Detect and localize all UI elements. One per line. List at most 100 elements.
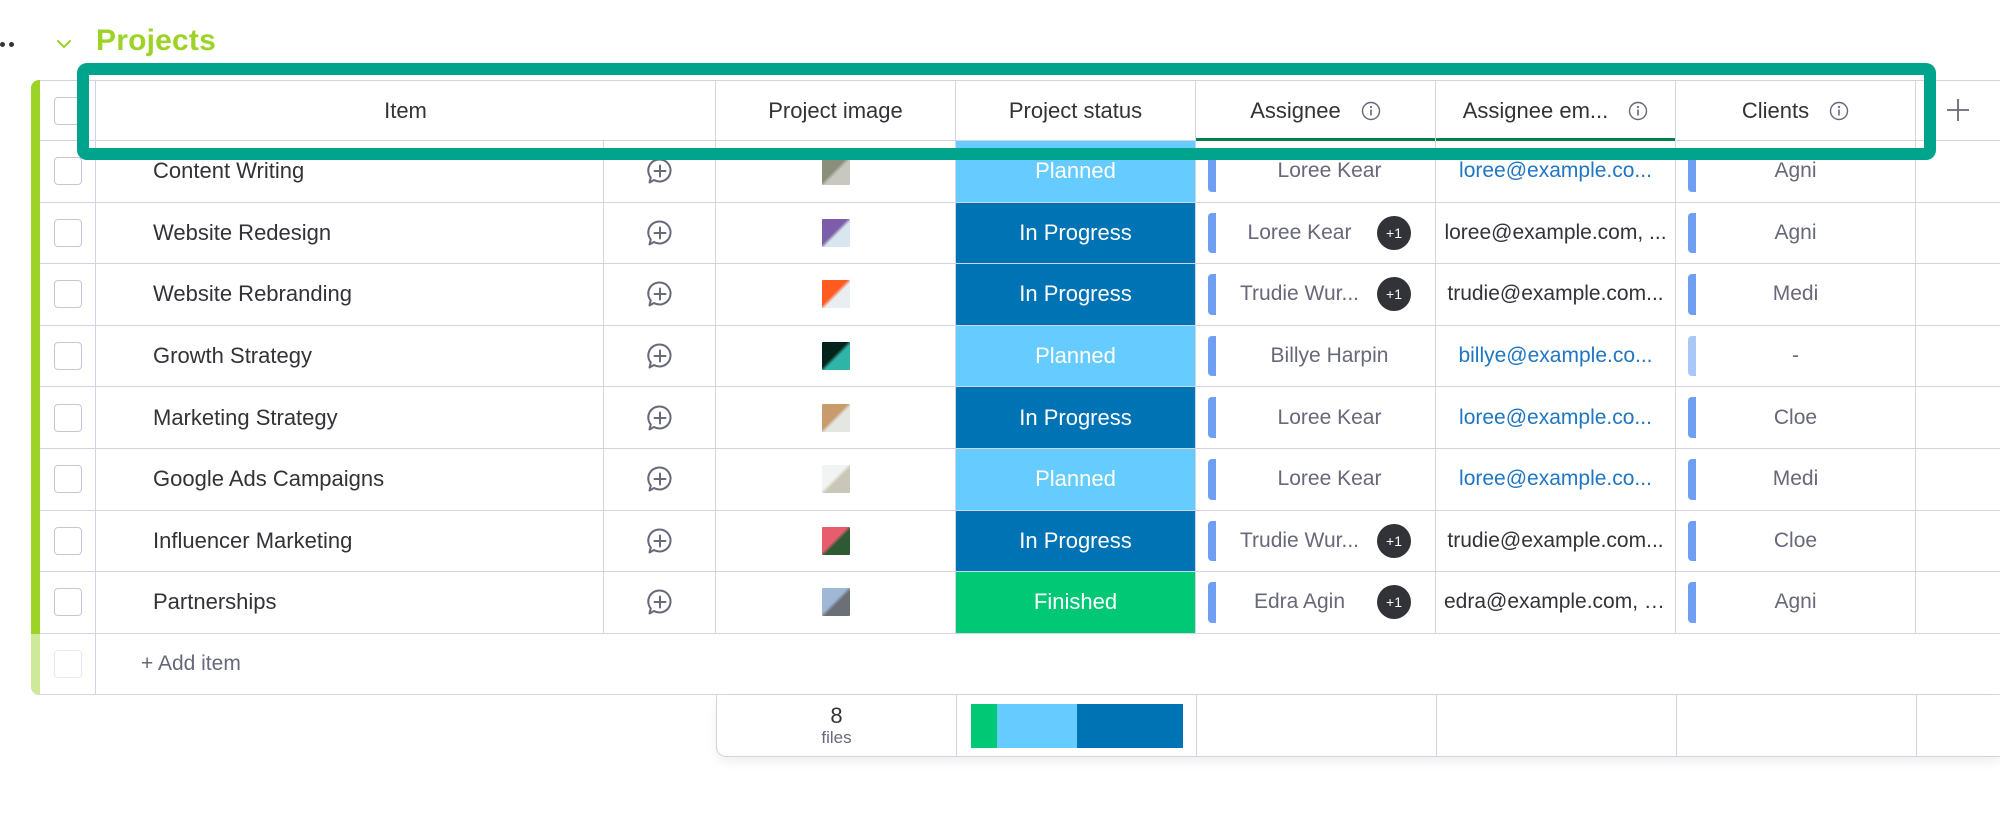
row-checkbox-cell[interactable] (40, 264, 96, 325)
assignee-email-cell[interactable]: trudie@example.com... (1436, 510, 1676, 572)
item-name[interactable]: Content Writing (96, 141, 604, 202)
table-row[interactable]: Growth Strategy Planned Billye Harpin bi… (40, 325, 2000, 388)
add-update-button[interactable] (604, 141, 716, 202)
extra-assignees-badge[interactable]: +1 (1377, 277, 1411, 312)
clients-cell[interactable]: - (1676, 325, 1916, 387)
clients-cell[interactable]: Cloe (1676, 387, 1916, 448)
clients-cell[interactable]: Agni (1676, 141, 1916, 202)
row-checkbox-cell[interactable] (40, 449, 96, 510)
clients-cell[interactable]: Agni (1676, 572, 1916, 633)
project-image-cell[interactable] (716, 264, 956, 325)
assignee-cell[interactable]: Billye Harpin (1196, 325, 1436, 387)
assignee-cell[interactable]: Edra Agin +1 (1196, 572, 1436, 633)
clients-cell[interactable]: Agni (1676, 202, 1916, 264)
header-clients[interactable]: Clients (1676, 81, 1916, 140)
status-distribution-bar[interactable] (970, 703, 1183, 748)
info-icon[interactable] (1361, 101, 1381, 121)
project-image-cell[interactable] (716, 325, 956, 387)
group-title[interactable]: Projects (96, 24, 216, 58)
project-image-cell[interactable] (716, 202, 956, 264)
status-label[interactable]: Planned (956, 449, 1196, 510)
row-checkbox[interactable] (53, 218, 82, 247)
row-checkbox-cell[interactable] (40, 202, 96, 264)
item-name[interactable]: Partnerships (96, 572, 604, 633)
project-image-cell[interactable] (716, 141, 956, 202)
add-update-button[interactable] (604, 387, 716, 448)
assignee-email-cell[interactable]: loree@example.com, ... (1436, 202, 1676, 264)
row-checkbox[interactable] (53, 526, 82, 555)
project-image-thumbnail[interactable] (821, 218, 850, 247)
assignee-email[interactable]: loree@example.co... (1451, 467, 1660, 491)
project-image-thumbnail[interactable] (821, 465, 850, 494)
clients-cell[interactable]: Medi (1676, 264, 1916, 325)
row-checkbox-cell[interactable] (40, 141, 96, 202)
status-label[interactable]: In Progress (956, 510, 1196, 572)
add-update-button[interactable] (604, 572, 716, 633)
extra-assignees-badge[interactable]: +1 (1377, 215, 1411, 250)
row-checkbox-cell[interactable] (40, 325, 96, 387)
assignee-email-cell[interactable]: billye@example.co... (1436, 325, 1676, 387)
header-assignee-email[interactable]: Assignee em... (1436, 81, 1676, 141)
status-label[interactable]: Planned (956, 141, 1196, 202)
item-name[interactable]: Google Ads Campaigns (96, 449, 604, 510)
project-image-thumbnail[interactable] (821, 280, 850, 309)
project-image-cell[interactable] (716, 572, 956, 633)
assignee-email-cell[interactable]: loree@example.co... (1436, 449, 1676, 510)
item-name[interactable]: Marketing Strategy (96, 387, 604, 448)
assignee-email[interactable]: billye@example.co... (1450, 344, 1660, 368)
assignee-cell[interactable]: Loree Kear (1196, 449, 1436, 510)
project-image-thumbnail[interactable] (821, 403, 850, 432)
assignee-cell[interactable]: Loree Kear (1196, 141, 1436, 202)
add-update-button[interactable] (604, 449, 716, 510)
table-row[interactable]: Influencer Marketing In Progress Trudie … (40, 510, 2000, 573)
status-label[interactable]: Finished (956, 572, 1196, 633)
item-name[interactable]: Influencer Marketing (96, 510, 604, 572)
select-all-checkbox[interactable] (53, 96, 82, 125)
header-project-image[interactable]: Project image (716, 81, 956, 140)
header-select-all[interactable] (40, 81, 96, 140)
row-checkbox-cell[interactable] (40, 572, 96, 633)
add-update-button[interactable] (604, 264, 716, 325)
assignee-cell[interactable]: Trudie Wur... +1 (1196, 510, 1436, 572)
item-name[interactable]: Website Redesign (96, 202, 604, 264)
assignee-cell[interactable]: Loree Kear +1 (1196, 202, 1436, 264)
item-name[interactable]: Growth Strategy (96, 325, 604, 387)
assignee-cell[interactable]: Trudie Wur... +1 (1196, 264, 1436, 325)
group-menu-icon[interactable] (0, 36, 16, 52)
table-row[interactable]: Content Writing Planned Loree Kear loree… (40, 141, 2000, 203)
table-row[interactable]: Website Redesign In Progress Loree Kear … (40, 202, 2000, 265)
clients-cell[interactable]: Cloe (1676, 510, 1916, 572)
status-segment-finished[interactable] (970, 703, 997, 748)
table-row[interactable]: Google Ads Campaigns Planned Loree Kear … (40, 449, 2000, 511)
project-image-thumbnail[interactable] (821, 342, 850, 371)
status-label[interactable]: Planned (956, 325, 1196, 387)
add-update-button[interactable] (604, 510, 716, 572)
assignee-email-cell[interactable]: trudie@example.com... (1436, 264, 1676, 325)
row-checkbox[interactable] (53, 403, 82, 432)
row-checkbox[interactable] (53, 157, 82, 186)
extra-assignees-badge[interactable]: +1 (1377, 523, 1411, 558)
assignee-email-cell[interactable]: edra@example.com, r... (1436, 572, 1676, 633)
row-checkbox[interactable] (53, 280, 82, 309)
project-image-thumbnail[interactable] (821, 526, 850, 555)
project-image-cell[interactable] (716, 510, 956, 572)
row-checkbox[interactable] (53, 465, 82, 494)
table-row[interactable]: Marketing Strategy In Progress Loree Kea… (40, 387, 2000, 449)
assignee-email[interactable]: loree@example.co... (1451, 159, 1660, 183)
add-update-button[interactable] (604, 325, 716, 387)
header-project-status[interactable]: Project status (956, 81, 1196, 140)
table-row[interactable]: Partnerships Finished Edra Agin +1 edra@… (40, 572, 2000, 634)
assignee-email-cell[interactable]: loree@example.co... (1436, 387, 1676, 448)
info-icon[interactable] (1829, 101, 1849, 121)
clients-cell[interactable]: Medi (1676, 449, 1916, 510)
status-label[interactable]: In Progress (956, 387, 1196, 448)
status-segment-in-progress[interactable] (1076, 703, 1183, 748)
chevron-down-icon[interactable] (54, 34, 74, 54)
header-item[interactable]: Item (96, 81, 716, 140)
project-image-cell[interactable] (716, 449, 956, 510)
row-checkbox[interactable] (53, 342, 82, 371)
row-checkbox-cell[interactable] (40, 510, 96, 572)
item-name[interactable]: Website Rebranding (96, 264, 604, 325)
add-update-button[interactable] (604, 202, 716, 264)
row-checkbox[interactable] (53, 588, 82, 617)
